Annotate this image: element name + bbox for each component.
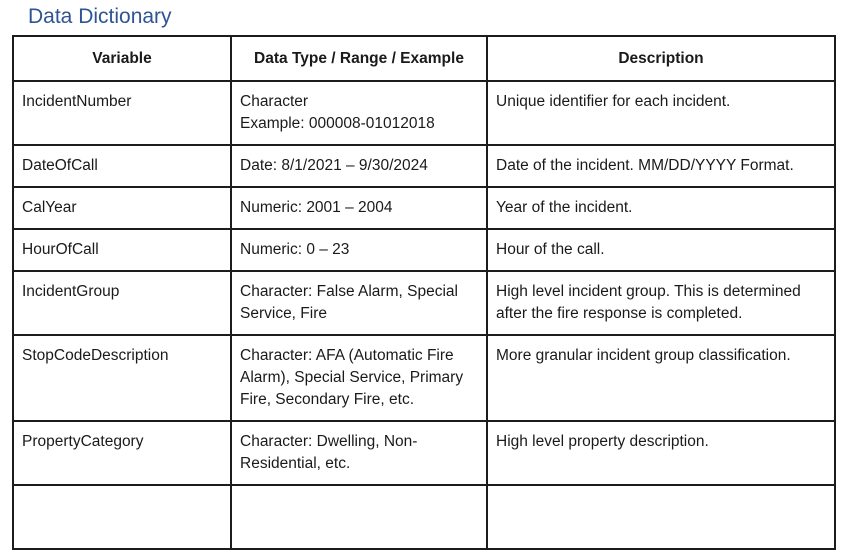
description-line: High level incident group. This is deter… <box>496 283 801 300</box>
table-header-row: Variable Data Type / Range / Example Des… <box>12 35 836 82</box>
type-cell: Character: False Alarm, Special Service,… <box>230 270 488 336</box>
type-line: Fire, Secondary Fire, etc. <box>240 391 415 408</box>
table-row: PropertyCategory Character: Dwelling, No… <box>12 420 836 486</box>
description-line: after the fire response is completed. <box>496 305 743 322</box>
table-row <box>12 484 836 550</box>
table-row: IncidentNumber Character Example: 000008… <box>12 80 836 146</box>
table-row: CalYear Numeric: 2001 – 2004 Year of the… <box>12 186 836 230</box>
description-line: More granular incident group classificat… <box>496 347 791 364</box>
description-line: Year of the incident. <box>496 199 633 216</box>
description-line: Hour of the call. <box>496 241 605 258</box>
description-cell: Date of the incident. MM/DD/YYYY Format. <box>486 144 836 188</box>
type-cell: Numeric: 2001 – 2004 <box>230 186 488 230</box>
table-row: HourOfCall Numeric: 0 – 23 Hour of the c… <box>12 228 836 272</box>
type-cell: Numeric: 0 – 23 <box>230 228 488 272</box>
column-header-description: Description <box>486 35 836 82</box>
type-line: Character: False Alarm, Special <box>240 283 458 300</box>
description-cell: Year of the incident. <box>486 186 836 230</box>
type-cell: Date: 8/1/2021 – 9/30/2024 <box>230 144 488 188</box>
column-header-variable: Variable <box>12 35 232 82</box>
type-line: Example: 000008-01012018 <box>240 115 435 132</box>
column-header-type: Data Type / Range / Example <box>230 35 488 82</box>
description-line: Unique identifier for each incident. <box>496 93 731 110</box>
type-cell: Character: Dwelling, Non- Residential, e… <box>230 420 488 486</box>
description-cell <box>486 484 836 550</box>
type-line: Numeric: 2001 – 2004 <box>240 199 393 216</box>
type-line: Numeric: 0 – 23 <box>240 241 350 258</box>
description-line: High level property description. <box>496 433 709 450</box>
variable-cell: StopCodeDescription <box>12 334 232 422</box>
description-cell: Unique identifier for each incident. <box>486 80 836 146</box>
description-line: Date of the incident. MM/DD/YYYY Format. <box>496 157 794 174</box>
type-line: Character <box>240 93 309 110</box>
description-cell: High level incident group. This is deter… <box>486 270 836 336</box>
table-row: StopCodeDescription Character: AFA (Auto… <box>12 334 836 422</box>
variable-cell: HourOfCall <box>12 228 232 272</box>
page-title: Data Dictionary <box>28 5 172 28</box>
variable-cell: IncidentGroup <box>12 270 232 336</box>
variable-cell: CalYear <box>12 186 232 230</box>
type-line: Residential, etc. <box>240 455 351 472</box>
type-cell <box>230 484 488 550</box>
type-line: Character: AFA (Automatic Fire <box>240 347 454 364</box>
type-line: Date: 8/1/2021 – 9/30/2024 <box>240 157 428 174</box>
type-line: Service, Fire <box>240 305 327 322</box>
type-cell: Character Example: 000008-01012018 <box>230 80 488 146</box>
description-cell: More granular incident group classificat… <box>486 334 836 422</box>
variable-cell: IncidentNumber <box>12 80 232 146</box>
type-cell: Character: AFA (Automatic Fire Alarm), S… <box>230 334 488 422</box>
variable-cell: DateOfCall <box>12 144 232 188</box>
type-line: Alarm), Special Service, Primary <box>240 369 464 386</box>
description-cell: High level property description. <box>486 420 836 486</box>
table-row: DateOfCall Date: 8/1/2021 – 9/30/2024 Da… <box>12 144 836 188</box>
variable-cell <box>12 484 232 550</box>
description-cell: Hour of the call. <box>486 228 836 272</box>
data-dictionary-table: Variable Data Type / Range / Example Des… <box>12 35 836 550</box>
table-row: IncidentGroup Character: False Alarm, Sp… <box>12 270 836 336</box>
variable-cell: PropertyCategory <box>12 420 232 486</box>
type-line: Character: Dwelling, Non- <box>240 433 418 450</box>
